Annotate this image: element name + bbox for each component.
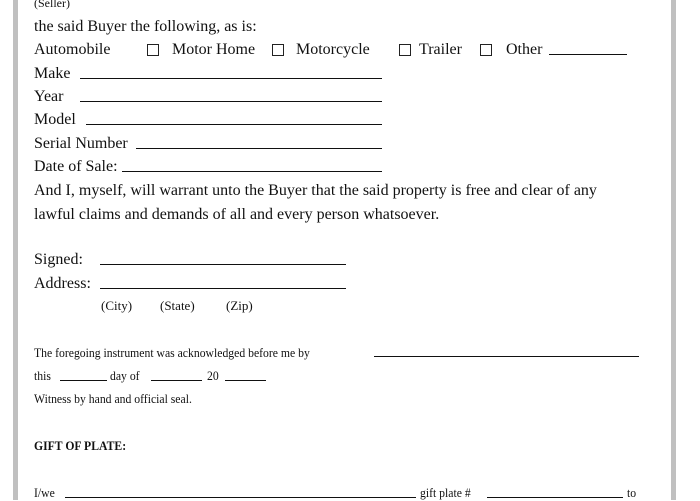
label-motor-home: Motor Home <box>172 41 256 58</box>
label-state: (State) <box>160 298 195 313</box>
gift-iwe-label: I/we <box>34 485 55 500</box>
label-year: Year <box>34 88 64 105</box>
year-input-line[interactable] <box>80 101 382 102</box>
checkbox-motorcycle[interactable] <box>272 44 284 56</box>
gift-plate-number-input-line[interactable] <box>487 497 623 498</box>
label-trailer: Trailer <box>419 41 462 58</box>
checkbox-other[interactable] <box>480 44 492 56</box>
signed-input-line[interactable] <box>100 264 346 265</box>
label-city: (City) <box>101 298 133 313</box>
model-input-line[interactable] <box>86 124 382 125</box>
year-suffix-input-line[interactable] <box>225 380 266 381</box>
label-make: Make <box>34 65 71 82</box>
notary-witness-text: Witness by hand and official seal. <box>34 391 192 406</box>
gift-of-plate-heading: GIFT OF PLATE: <box>34 438 127 453</box>
acknowledged-by-input-line[interactable] <box>374 356 639 357</box>
checkbox-motor-home[interactable] <box>147 44 159 56</box>
notary-acknowledged-text: The foregoing instrument was acknowledge… <box>34 345 310 360</box>
notary-this-label: this <box>34 368 51 383</box>
month-input-line[interactable] <box>151 380 202 381</box>
day-input-line[interactable] <box>60 380 107 381</box>
seller-caption: (Seller) <box>34 0 70 10</box>
gift-name-input-line[interactable] <box>65 497 416 498</box>
other-input-line[interactable] <box>549 54 627 55</box>
label-other: Other <box>506 41 543 58</box>
label-motorcycle: Motorcycle <box>296 41 370 58</box>
checkbox-trailer[interactable] <box>399 44 411 56</box>
notary-day-of-label: day of <box>110 368 140 383</box>
label-zip: (Zip) <box>226 298 253 313</box>
gift-plate-label: gift plate # <box>420 485 471 500</box>
page-border-right <box>671 0 676 500</box>
warranty-line-2: lawful claims and demands of all and eve… <box>34 206 440 223</box>
label-address: Address: <box>34 275 91 292</box>
label-automobile: Automobile <box>34 41 111 58</box>
label-serial-number: Serial Number <box>34 135 128 152</box>
label-date-of-sale: Date of Sale: <box>34 158 118 175</box>
label-signed: Signed: <box>34 251 83 268</box>
intro-text: the said Buyer the following, as is: <box>34 18 257 35</box>
date-of-sale-input-line[interactable] <box>122 171 382 172</box>
address-input-line[interactable] <box>100 288 346 289</box>
notary-year-prefix: 20 <box>207 368 219 383</box>
warranty-line-1: And I, myself, will warrant unto the Buy… <box>34 182 597 199</box>
page-border-left <box>13 0 18 500</box>
gift-to-label: to <box>627 485 637 500</box>
label-model: Model <box>34 111 76 128</box>
serial-number-input-line[interactable] <box>136 148 382 149</box>
make-input-line[interactable] <box>80 78 382 79</box>
